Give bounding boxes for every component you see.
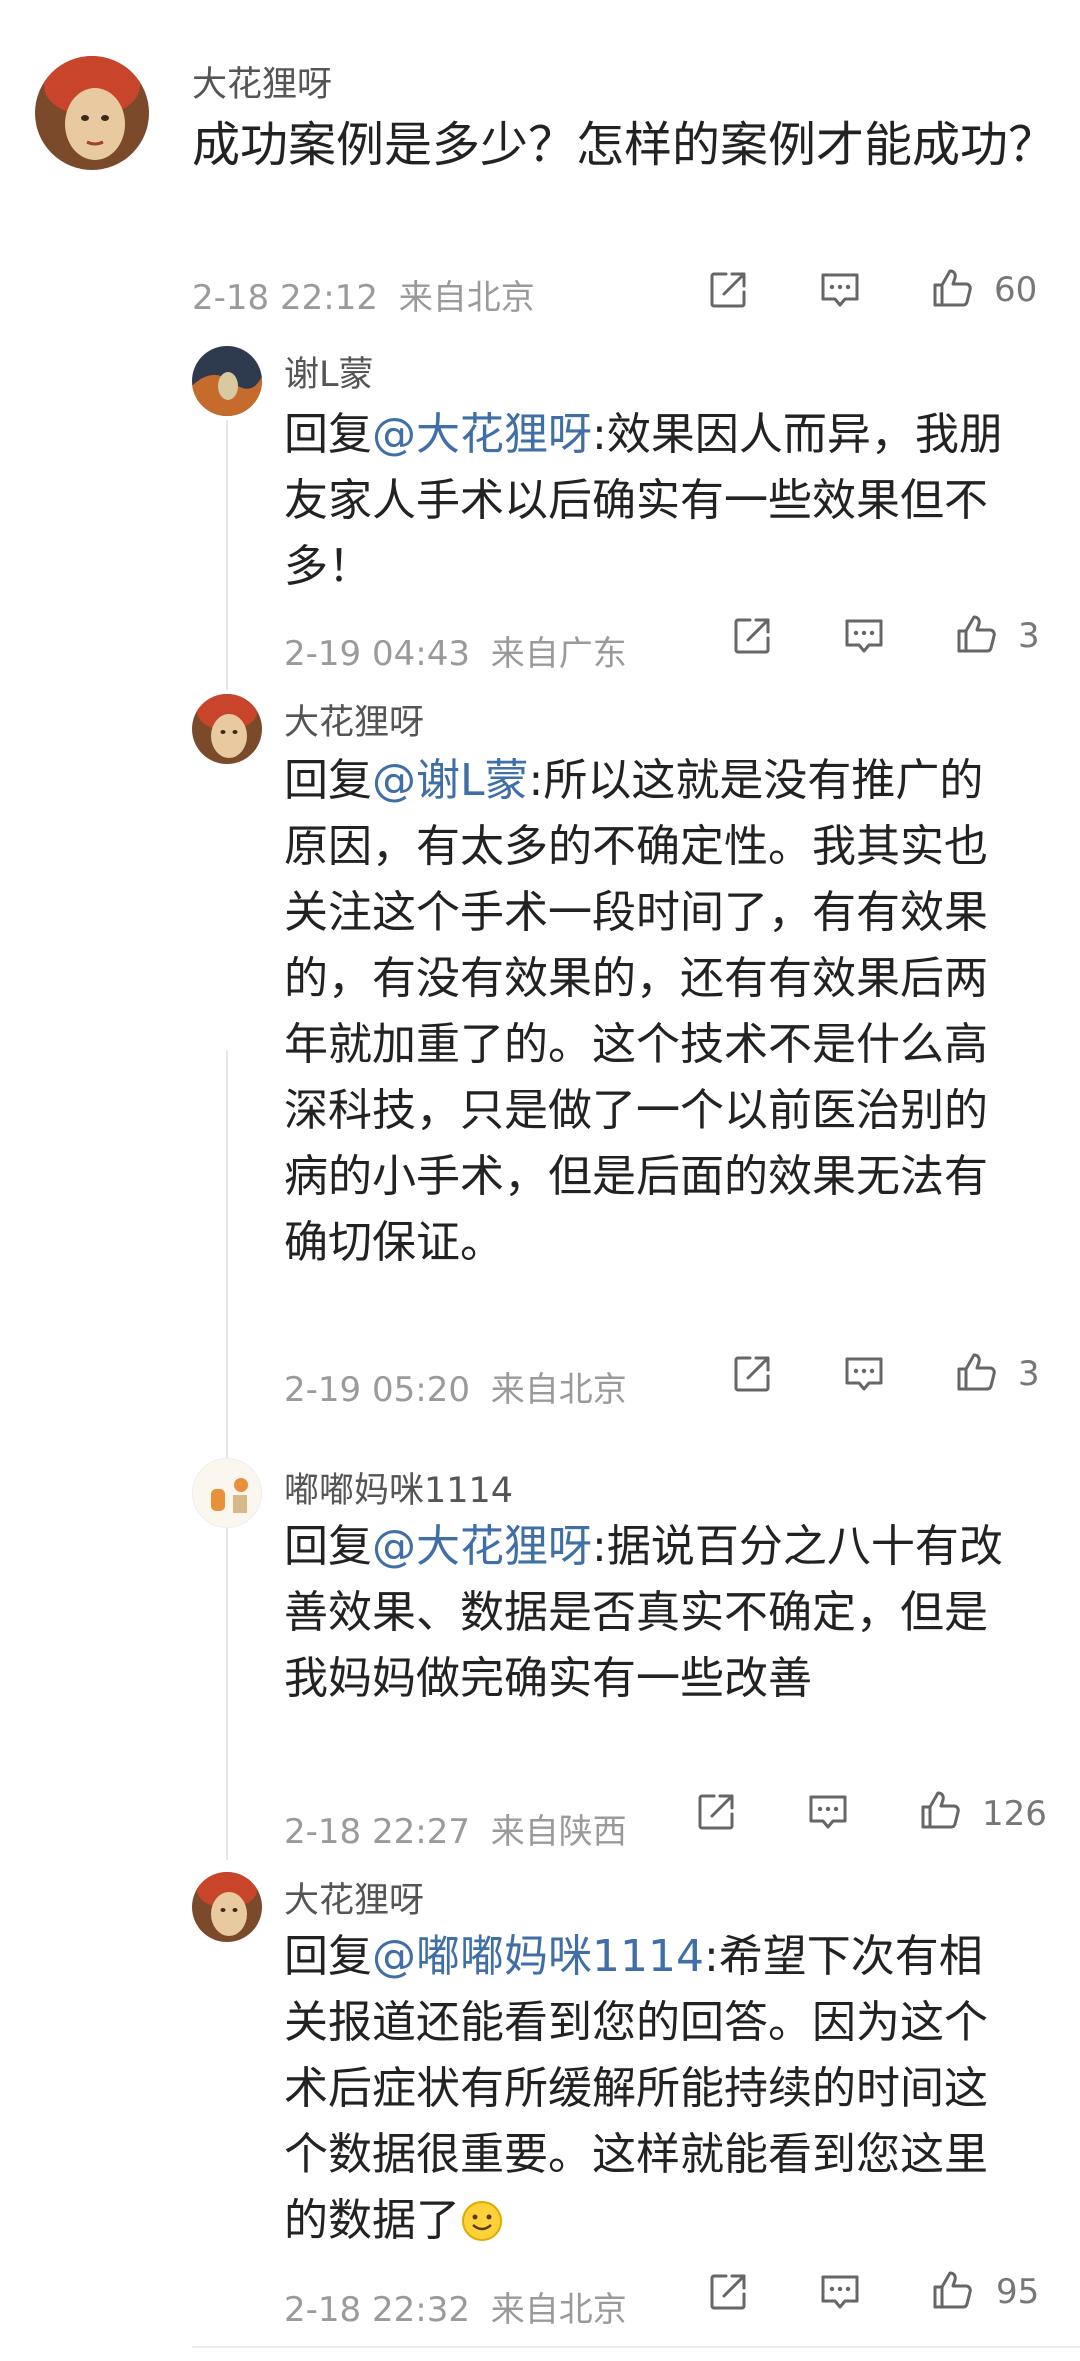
mention-link[interactable]: @谢L蒙 bbox=[372, 755, 529, 806]
avatar[interactable] bbox=[35, 56, 149, 170]
comment-meta: 2-18 22:12 来自北京 bbox=[192, 270, 535, 319]
location: 来自陕西 bbox=[490, 1812, 627, 1852]
avatar[interactable] bbox=[192, 1872, 262, 1942]
comment-icon[interactable] bbox=[818, 268, 862, 312]
thread-line bbox=[226, 1050, 228, 1860]
reply-text: 回复@嘟嘟妈咪1114:希望下次有相关报道还能看到您的回答。因为这个术后症状有所… bbox=[284, 1924, 1024, 2254]
avatar[interactable] bbox=[192, 346, 262, 416]
username[interactable]: 大花狸呀 bbox=[284, 694, 424, 745]
reply-meta: 2-19 05:20 来自北京 bbox=[284, 1362, 627, 1411]
thumbs-up-icon[interactable] bbox=[954, 612, 998, 656]
timestamp: 2-19 05:20 bbox=[284, 1370, 470, 1410]
mention-link[interactable]: @嘟嘟妈咪1114 bbox=[372, 1931, 704, 1982]
avatar[interactable] bbox=[192, 1458, 262, 1528]
like-count: 3 bbox=[1018, 616, 1040, 656]
timestamp: 2-18 22:27 bbox=[284, 1812, 470, 1852]
location: 来自北京 bbox=[490, 2290, 627, 2330]
thumbs-up-icon[interactable] bbox=[930, 2268, 974, 2312]
timestamp: 2-18 22:12 bbox=[192, 278, 378, 318]
reply-prefix: 回复 bbox=[284, 1931, 372, 1982]
like-count: 95 bbox=[996, 2272, 1040, 2312]
username[interactable]: 大花狸呀 bbox=[284, 1872, 424, 1923]
like-count: 126 bbox=[982, 1794, 1047, 1834]
comment-icon[interactable] bbox=[842, 1352, 886, 1396]
mention-link[interactable]: @大花狸呀 bbox=[372, 1521, 592, 1572]
comment-icon[interactable] bbox=[806, 1790, 850, 1834]
share-icon[interactable] bbox=[706, 2270, 750, 2314]
divider bbox=[192, 2346, 1080, 2348]
reply-text: 回复@大花狸呀:效果因人而异，我朋友家人手术以后确实有一些效果但不多！ bbox=[284, 402, 1024, 600]
mention-link[interactable]: @大花狸呀 bbox=[372, 409, 592, 460]
smile-emoji-icon bbox=[460, 2196, 504, 2241]
comment-icon[interactable] bbox=[818, 2270, 862, 2314]
reply-meta: 2-19 04:43 来自广东 bbox=[284, 626, 627, 675]
share-icon[interactable] bbox=[730, 614, 774, 658]
comment-text: 成功案例是多少？怎样的案例才能成功？ bbox=[192, 117, 1057, 173]
like-count: 3 bbox=[1018, 1354, 1040, 1394]
avatar[interactable] bbox=[192, 694, 262, 764]
location: 来自广东 bbox=[490, 634, 627, 674]
thread-line bbox=[226, 420, 228, 690]
share-icon[interactable] bbox=[706, 268, 750, 312]
thumbs-up-icon[interactable] bbox=[918, 1788, 962, 1832]
reply-meta: 2-18 22:27 来自陕西 bbox=[284, 1804, 627, 1853]
thumbs-up-icon[interactable] bbox=[930, 266, 974, 310]
username[interactable]: 谢L蒙 bbox=[284, 346, 374, 397]
timestamp: 2-18 22:32 bbox=[284, 2290, 470, 2330]
reply-meta: 2-18 22:32 来自北京 bbox=[284, 2282, 627, 2331]
reply-prefix: 回复 bbox=[284, 409, 372, 460]
timestamp: 2-19 04:43 bbox=[284, 634, 470, 674]
share-icon[interactable] bbox=[694, 1790, 738, 1834]
username[interactable]: 大花狸呀 bbox=[192, 56, 332, 107]
location: 来自北京 bbox=[490, 1370, 627, 1410]
reply-text: 回复@谢L蒙:所以这就是没有推广的原因，有太多的不确定性。我其实也关注这个手术一… bbox=[284, 748, 1024, 1276]
username[interactable]: 嘟嘟妈咪1114 bbox=[284, 1462, 513, 1513]
comment-icon[interactable] bbox=[842, 614, 886, 658]
location: 来自北京 bbox=[398, 278, 535, 318]
comment-thread: 大花狸呀 成功案例是多少？怎样的案例才能成功？ 2-18 22:12 来自北京 … bbox=[0, 0, 1080, 2361]
reply-text: 回复@大花狸呀:据说百分之八十有改善效果、数据是否真实不确定，但是我妈妈做完确实… bbox=[284, 1514, 1024, 1712]
reply-prefix: 回复 bbox=[284, 755, 372, 806]
share-icon[interactable] bbox=[730, 1352, 774, 1396]
like-count: 60 bbox=[994, 270, 1038, 310]
reply-body: :所以这就是没有推广的原因，有太多的不确定性。我其实也关注这个手术一段时间了，有… bbox=[284, 755, 988, 1268]
reply-prefix: 回复 bbox=[284, 1521, 372, 1572]
thumbs-up-icon[interactable] bbox=[954, 1350, 998, 1394]
